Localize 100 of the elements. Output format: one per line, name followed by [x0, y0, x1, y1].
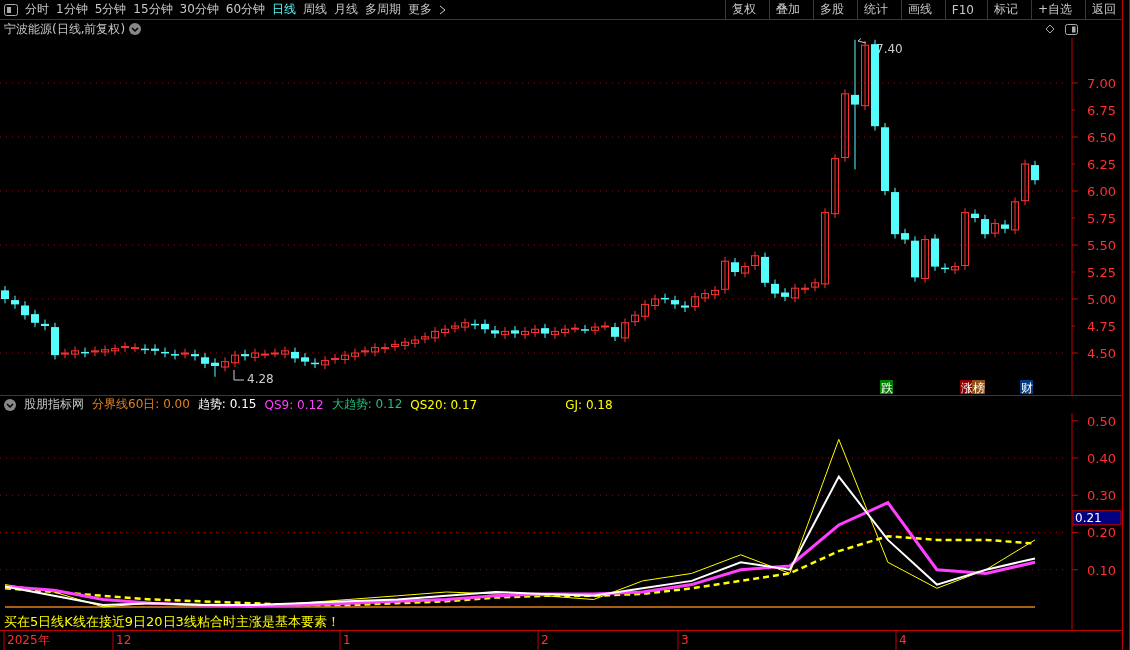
candlestick [781, 287, 789, 302]
candlestick [421, 332, 429, 344]
period-tab[interactable]: 30分钟 [179, 1, 219, 18]
candlestick [921, 234, 929, 284]
candlestick [521, 326, 529, 340]
candlestick [541, 323, 549, 339]
date-axis-label: 12 [116, 633, 132, 647]
candlestick [341, 350, 349, 365]
event-tag[interactable]: 跌 [880, 380, 893, 395]
legend-item: QS9: 0.12 [264, 397, 324, 412]
candlestick [441, 324, 449, 338]
period-tab[interactable]: 60分钟 [225, 1, 266, 18]
price-axis-label: 4.50 [1087, 346, 1116, 361]
candlestick [791, 283, 799, 303]
candlestick [891, 187, 899, 239]
current-value-marker: 0.21 [1072, 510, 1122, 526]
candlestick [551, 326, 559, 340]
candlestick [281, 346, 289, 359]
candlestick [941, 262, 949, 274]
candlestick [591, 322, 599, 336]
period-tab[interactable]: 1分钟 [56, 1, 88, 18]
candlestick [271, 348, 279, 358]
event-tag[interactable]: 财 [1020, 380, 1033, 395]
period-tab[interactable]: 15分钟 [133, 1, 173, 18]
panel-toggle-icon[interactable] [4, 3, 18, 16]
candlestick [581, 324, 589, 335]
candlestick [361, 346, 369, 357]
chevron-down-icon[interactable] [4, 398, 16, 411]
candlestick [391, 339, 399, 352]
period-tab[interactable]: 更多 [408, 1, 433, 18]
candlestick [691, 292, 699, 312]
candlestick [711, 285, 719, 300]
candlestick [681, 300, 689, 313]
period-tab[interactable]: 5分钟 [94, 1, 127, 18]
panel-toggle-icon[interactable] [1065, 23, 1078, 35]
candlestick [631, 310, 639, 327]
period-tab[interactable]: 多周期 [365, 1, 402, 18]
candlestick [1031, 160, 1039, 185]
candlestick [861, 40, 869, 111]
candlestick [351, 348, 359, 362]
candlestick [1021, 159, 1029, 206]
candlestick [721, 256, 729, 295]
price-axis-label: 5.50 [1087, 238, 1116, 253]
candlestick [301, 352, 309, 367]
candlestick [31, 309, 39, 328]
candlestick [41, 319, 49, 331]
date-axis-label: 3 [681, 633, 689, 647]
candlestick [451, 321, 459, 333]
candlestick [211, 357, 219, 378]
candlestick [331, 353, 339, 365]
event-tag[interactable]: 榜 [972, 380, 985, 395]
candlestick [731, 257, 739, 277]
candlestick [131, 342, 139, 353]
candlestick [221, 356, 229, 372]
indicator-axis-label: 0.50 [1087, 413, 1116, 429]
price-axis-label: 6.25 [1087, 157, 1116, 172]
price-axis-label: 6.50 [1087, 130, 1116, 145]
candlestick [641, 299, 649, 322]
date-axis-label: 4 [899, 633, 907, 647]
candlestick [71, 346, 79, 359]
legend-item: GJ: 0.18 [565, 397, 613, 412]
chart-title: 宁波能源(日线,前复权) [4, 20, 126, 38]
candlestick [81, 347, 89, 358]
candlestick [291, 347, 299, 364]
indicator-axis-label: 0.20 [1087, 525, 1116, 541]
candlestick [1011, 197, 1019, 235]
candlestick [481, 319, 489, 335]
chevron-right-icon[interactable] [439, 4, 447, 15]
candlestick [501, 326, 509, 340]
candlestick [411, 335, 419, 349]
period-tab[interactable]: 分时 [25, 1, 49, 18]
indicator-name: 股朋指标网 [24, 396, 84, 413]
indicator-axis-label: 0.10 [1087, 562, 1116, 578]
price-axis-label: 6.00 [1087, 184, 1116, 199]
candlestick [1, 285, 9, 304]
period-tab[interactable]: 周线 [303, 1, 328, 18]
price-axis-label: 4.75 [1087, 319, 1116, 334]
candlestick [471, 319, 479, 330]
legend-item: 大趋势: 0.12 [331, 396, 403, 413]
candlestick [51, 322, 59, 360]
candlestick [971, 208, 979, 223]
strategy-note: 买在5日线K线在接近9日20日3线粘合时主涨是基本要素！ [4, 614, 340, 629]
candlestick [771, 279, 779, 299]
candlestick [401, 337, 409, 351]
candlestick [751, 251, 759, 271]
price-axis-label: 6.75 [1087, 103, 1116, 118]
candlestick [661, 293, 669, 304]
candlestick [141, 343, 149, 355]
period-tab[interactable]: 月线 [334, 1, 359, 18]
diamond-icon[interactable] [1045, 24, 1055, 34]
candlestick [241, 349, 249, 362]
candlestick [491, 325, 499, 339]
candlestick [181, 348, 189, 359]
candlestick [601, 321, 609, 331]
chevron-down-icon[interactable] [129, 23, 142, 35]
candlestick [811, 278, 819, 292]
indicator-axis-label: 0.40 [1087, 451, 1116, 467]
period-tab[interactable]: 日线 [272, 1, 297, 18]
legend-item: QS20: 0.17 [410, 397, 478, 412]
low-price-label: 4.28 [247, 372, 274, 386]
